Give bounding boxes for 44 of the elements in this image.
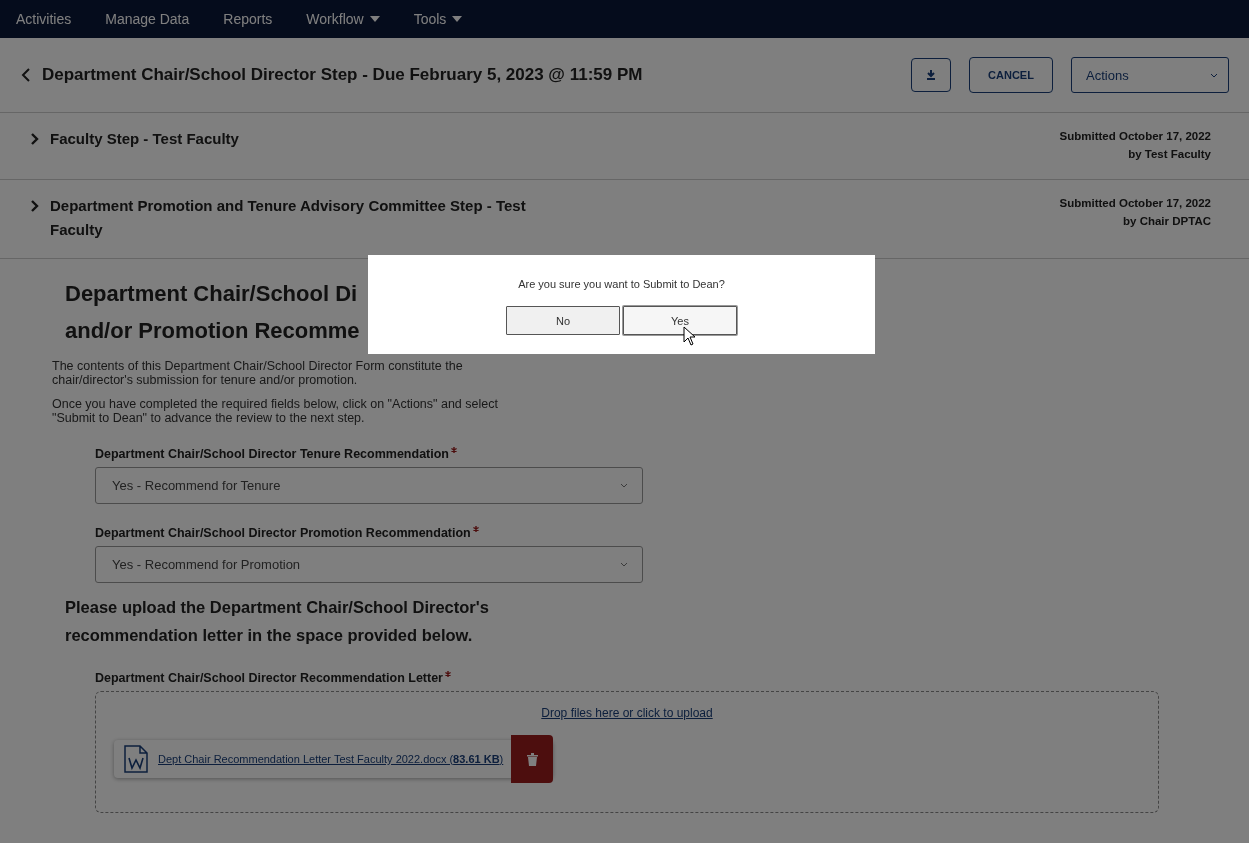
step-toggle[interactable]: Faculty Step - Test Faculty [30, 127, 570, 151]
field-label: Department Chair/School Director Promotion Recommendation [95, 526, 471, 540]
form-heading: Department Chair/School Di [65, 280, 358, 308]
dialog-message: Are you sure you want to Submit to Dean? [518, 278, 725, 290]
caret-icon [369, 16, 380, 22]
cursor-icon [683, 326, 697, 346]
page-title: Department Chair/School Director Step - Due February 5, 2023 @ 11:59 PM [42, 65, 644, 85]
form-heading: and/or Promotion Recomme [65, 317, 360, 345]
instruction-text: The contents of this Department Chair/School Director Form constitute the chair/director's submission for tenure and/or promotion. [52, 359, 464, 387]
upload-heading: Please upload the Department Chair/School Director's recommendation letter in the space provided below. [65, 597, 490, 646]
dialog-button[interactable]: No [506, 306, 620, 335]
nav-item[interactable]: Tools [413, 11, 463, 27]
field-label: Department Chair/School Director Tenure Recommendation [95, 447, 449, 461]
select-field[interactable]: Yes - Recommend for Tenure [95, 467, 643, 504]
upload-link[interactable]: Drop files here or click to upload [96, 706, 1158, 720]
download-icon [926, 70, 936, 80]
file-link[interactable]: Dept Chair Recommendation Letter Test Faculty 2022.docx (83.61 KB) [158, 753, 504, 765]
cancel-button[interactable]: CANCEL [969, 57, 1053, 93]
chevron-down-icon [620, 562, 628, 567]
document-icon [124, 745, 148, 773]
step-toggle[interactable]: Department Promotion and Tenure Advisory Committee Step - Test Faculty [30, 194, 570, 242]
select-field[interactable]: Yes - Recommend for Promotion [95, 546, 643, 583]
upload-dropzone[interactable]: Drop files here or click to upload Dept Chair Recommendation Letter Test Faculty 2022.docx (83.61 KB) [95, 691, 1159, 813]
nav-item[interactable]: Reports [223, 11, 273, 27]
caret-icon [452, 16, 463, 22]
chevron-right-icon [30, 200, 40, 212]
submitted-by: by Test Faculty [1127, 147, 1211, 162]
chevron-down-icon [620, 483, 628, 488]
nav-item[interactable]: Workflow [306, 11, 380, 27]
submitted-by: by Chair DPTAC [1122, 214, 1211, 229]
submitted-date: Submitted October 17, 2022 [1059, 196, 1211, 211]
trash-icon [526, 752, 538, 766]
download-button[interactable] [911, 58, 951, 92]
chevron-down-icon [1210, 72, 1218, 78]
nav-item[interactable]: Manage Data [105, 11, 190, 27]
submitted-date: Submitted October 17, 2022 [1059, 129, 1211, 144]
delete-button[interactable] [511, 735, 554, 783]
chevron-right-icon [30, 133, 40, 145]
field-label: Department Chair/School Director Recommendation Letter [95, 671, 443, 685]
back-icon[interactable] [20, 67, 32, 83]
instruction-text: Once you have completed the required fields below, click on "Actions" and select "Submit to Dean" to advance the review to the next step. [52, 397, 499, 425]
dialog-button[interactable]: Yes [623, 306, 737, 335]
actions-dropdown[interactable]: Actions [1071, 57, 1229, 93]
nav-item[interactable]: Activities [16, 11, 72, 27]
